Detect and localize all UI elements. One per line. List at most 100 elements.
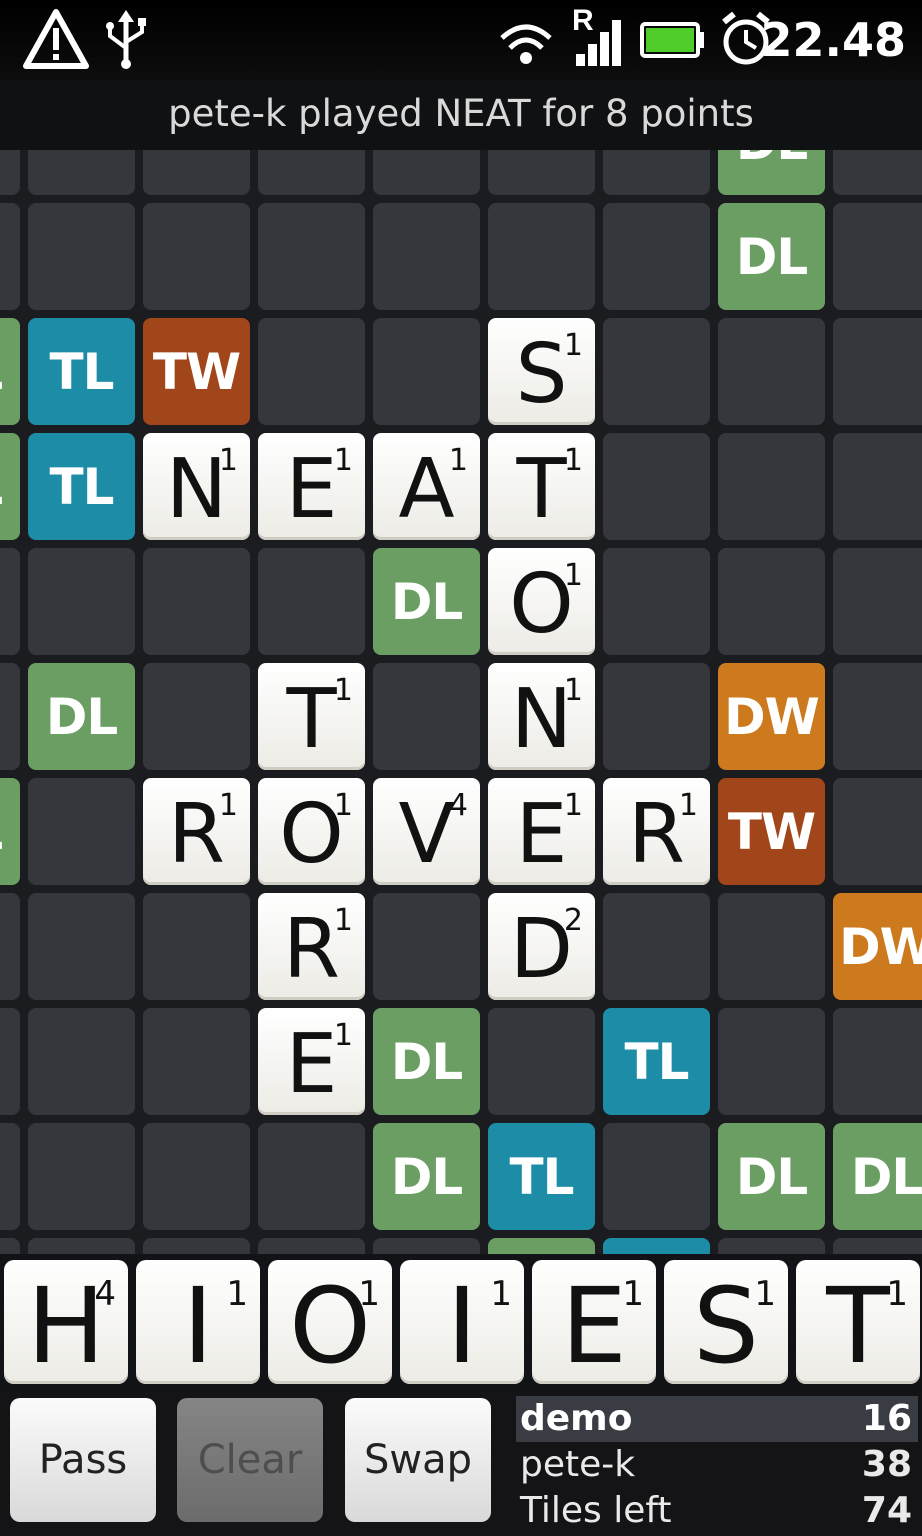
board-square[interactable] [28, 150, 135, 195]
bonus-square-dl[interactable]: DL [0, 433, 20, 540]
board-square[interactable] [603, 203, 710, 310]
board-square[interactable] [258, 1238, 365, 1254]
board-square[interactable] [833, 150, 922, 195]
board-square[interactable] [143, 150, 250, 195]
board-square[interactable] [143, 548, 250, 655]
board-square[interactable] [833, 663, 922, 770]
control-bar: Pass Clear Swap demo 16 pete-k 38 Tiles … [0, 1390, 922, 1536]
bonus-square-tl[interactable]: TL [603, 1238, 710, 1254]
board-square[interactable] [0, 1123, 20, 1230]
board-square[interactable] [0, 203, 20, 310]
board-square[interactable] [28, 1123, 135, 1230]
board-square[interactable] [0, 1238, 20, 1254]
board-square[interactable] [258, 203, 365, 310]
board-square[interactable] [28, 203, 135, 310]
board-square[interactable] [833, 778, 922, 885]
board-square[interactable] [603, 150, 710, 195]
board-square[interactable] [373, 203, 480, 310]
board-square[interactable] [603, 663, 710, 770]
board-square[interactable] [28, 1238, 135, 1254]
bonus-square-dl[interactable]: DL [488, 1238, 595, 1254]
rack-tile[interactable]: T1 [796, 1260, 920, 1387]
scoreboard: demo 16 pete-k 38 Tiles left 74 [516, 1390, 922, 1536]
board-square[interactable] [143, 1238, 250, 1254]
board-square[interactable] [488, 1008, 595, 1115]
rack-tile[interactable]: H4 [4, 1260, 128, 1387]
board-square[interactable] [258, 548, 365, 655]
bonus-square-tl[interactable]: TL [28, 433, 135, 540]
board-square[interactable] [603, 1123, 710, 1230]
pass-button[interactable]: Pass [10, 1398, 156, 1522]
board-square[interactable] [143, 893, 250, 1000]
bonus-square-tw[interactable]: TW [143, 318, 250, 425]
board-square[interactable] [373, 150, 480, 195]
bonus-square-dl[interactable]: DL [0, 318, 20, 425]
bonus-square-dl[interactable]: DL [28, 663, 135, 770]
board-square[interactable] [603, 318, 710, 425]
board-square[interactable] [258, 318, 365, 425]
board-square[interactable] [373, 663, 480, 770]
bonus-square-tl[interactable]: TL [28, 318, 135, 425]
board-square[interactable] [833, 433, 922, 540]
board-square[interactable] [0, 548, 20, 655]
board-square[interactable] [488, 150, 595, 195]
bonus-square-dw[interactable]: DW [833, 893, 922, 1000]
bonus-square-tl[interactable]: TL [603, 1008, 710, 1115]
board-square[interactable] [373, 318, 480, 425]
board-square[interactable] [28, 1008, 135, 1115]
clear-button[interactable]: Clear [177, 1398, 323, 1522]
board-square[interactable] [373, 1238, 480, 1254]
bonus-square-dl[interactable]: DL [718, 1123, 825, 1230]
bonus-square-dl[interactable]: DL [833, 1123, 922, 1230]
board-square[interactable] [603, 433, 710, 540]
board-square[interactable] [0, 663, 20, 770]
board-square[interactable] [718, 893, 825, 1000]
bonus-square-tl[interactable]: TL [488, 1123, 595, 1230]
rack-tile[interactable]: O1 [268, 1260, 392, 1387]
bonus-square-dl[interactable]: DL [0, 778, 20, 885]
board-square[interactable] [0, 893, 20, 1000]
board-square[interactable] [833, 318, 922, 425]
swap-button[interactable]: Swap [345, 1398, 491, 1522]
board-square[interactable] [258, 1123, 365, 1230]
board-square[interactable] [833, 1008, 922, 1115]
tile-rack[interactable]: H4I1O1I1E1S1T1 [0, 1254, 922, 1390]
bonus-square-dl[interactable]: DL [373, 1123, 480, 1230]
board-square[interactable] [28, 893, 135, 1000]
bonus-square-dl[interactable]: DL [718, 203, 825, 310]
board-square[interactable] [28, 778, 135, 885]
rack-tile[interactable]: I1 [400, 1260, 524, 1387]
board-square[interactable] [833, 203, 922, 310]
board-square[interactable] [143, 663, 250, 770]
board-square[interactable] [718, 1008, 825, 1115]
board-square[interactable] [373, 893, 480, 1000]
board-square[interactable] [718, 548, 825, 655]
board-square[interactable] [603, 548, 710, 655]
bonus-square-dw[interactable]: DW [718, 663, 825, 770]
rack-tile[interactable]: E1 [532, 1260, 656, 1387]
bonus-square-dl[interactable]: DL [718, 150, 825, 195]
tile-score: 1 [563, 673, 583, 708]
board-square[interactable] [143, 203, 250, 310]
board-square[interactable] [258, 150, 365, 195]
board-square[interactable] [28, 548, 135, 655]
game-board[interactable]: DLDLDLTLTWS1DLTLN1E1A1T1DLO1DLT1N1DWDLR1… [0, 150, 922, 1254]
board-square[interactable] [833, 548, 922, 655]
board-square[interactable] [718, 1238, 825, 1254]
tile-score: 1 [333, 1018, 353, 1053]
bonus-square-dl[interactable]: DL [373, 1008, 480, 1115]
board-square[interactable] [603, 893, 710, 1000]
board-square[interactable] [833, 1238, 922, 1254]
board-square[interactable] [143, 1008, 250, 1115]
rack-tile[interactable]: S1 [664, 1260, 788, 1387]
board-square[interactable] [0, 150, 20, 195]
board-square[interactable] [718, 433, 825, 540]
board-square[interactable] [0, 1008, 20, 1115]
tiles-left-label: Tiles left [520, 1490, 672, 1531]
board-square[interactable] [718, 318, 825, 425]
board-square[interactable] [143, 1123, 250, 1230]
board-square[interactable] [488, 203, 595, 310]
rack-tile[interactable]: I1 [136, 1260, 260, 1387]
bonus-square-tw[interactable]: TW [718, 778, 825, 885]
bonus-square-dl[interactable]: DL [373, 548, 480, 655]
